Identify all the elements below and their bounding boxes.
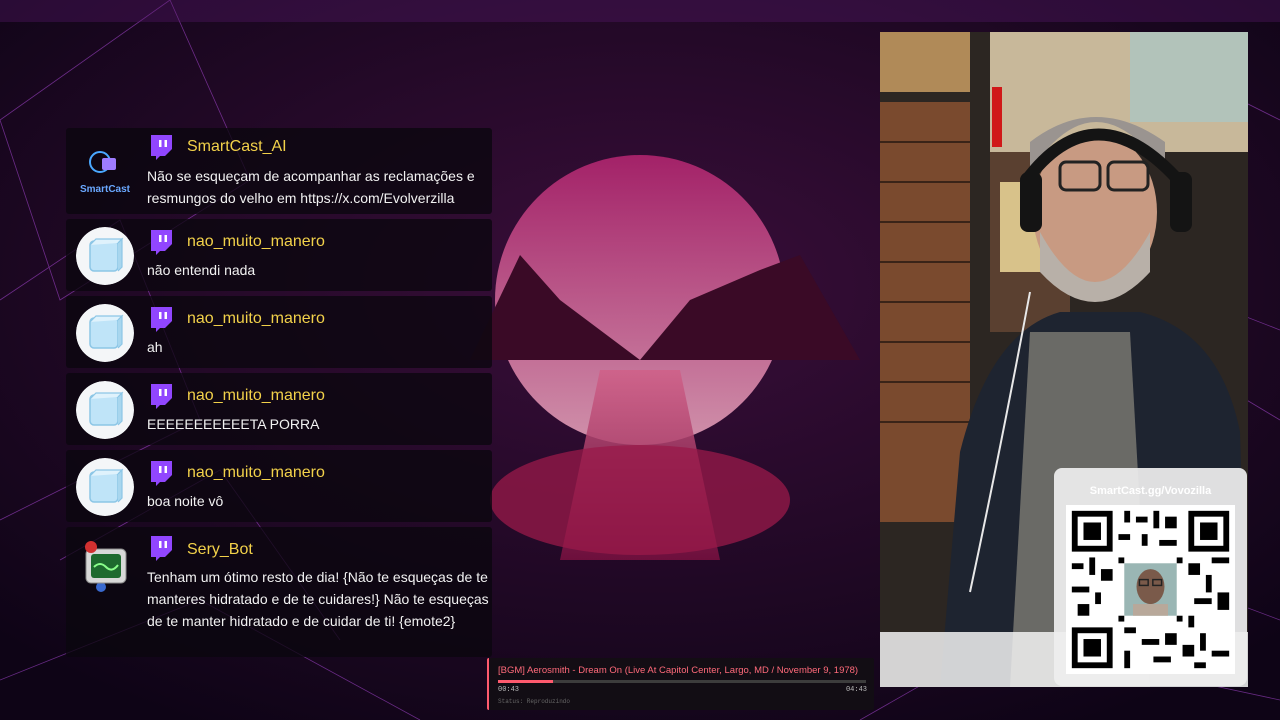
chat-text: boa noite vô: [147, 493, 224, 509]
twitch-icon: [151, 461, 172, 486]
chat-text: Tenham um ótimo resto de dia! {Não te es…: [147, 569, 489, 629]
user-avatar: [76, 227, 134, 285]
qr-url-label: SmartCast.gg/Vovozilla: [1089, 485, 1212, 497]
chat-message: nao_muito_manero EEEEEEEEEEETA PORRA: [66, 373, 492, 445]
progress-bar[interactable]: [498, 680, 866, 683]
chat-message: SmartCast SmartCast_AI Não se esqueçam d…: [66, 128, 492, 214]
chat-username: nao_muito_manero: [187, 387, 325, 404]
chat-username: nao_muito_manero: [187, 464, 325, 481]
chat-username: nao_muito_manero: [187, 310, 325, 327]
bot-avatar: [76, 535, 134, 593]
svg-text:SmartCast: SmartCast: [80, 184, 131, 195]
music-player: [BGM] Aerosmith - Dream On (Live At Capi…: [487, 658, 874, 710]
user-avatar: [76, 458, 134, 516]
user-avatar: [76, 304, 134, 362]
chat-message: nao_muito_manero não entendi nada: [66, 219, 492, 291]
twitch-icon: [151, 536, 172, 561]
chat-username: nao_muito_manero: [187, 233, 325, 250]
user-avatar: [76, 381, 134, 439]
chat-text: EEEEEEEEEEETA PORRA: [147, 416, 320, 432]
qr-card: SmartCast.gg/Vovozilla: [1054, 468, 1247, 686]
qr-code[interactable]: [1066, 505, 1235, 674]
current-time: 00:43: [498, 686, 520, 694]
twitch-icon: [151, 135, 172, 160]
twitch-icon: [151, 384, 172, 409]
chat-text: ah: [147, 339, 163, 355]
smartcast-logo-avatar: SmartCast: [76, 140, 134, 198]
duration: 04:43: [845, 686, 867, 694]
chat-message: Sery_Bot Tenham um ótimo resto de dia! {…: [66, 527, 492, 657]
progress-fill: [498, 680, 554, 683]
chat-text: não entendi nada: [147, 262, 256, 278]
twitch-icon: [151, 230, 172, 255]
chat-username: SmartCast_AI: [187, 138, 287, 155]
chat-username: Sery_Bot: [187, 541, 253, 558]
player-status: Status: Reproduzindo: [498, 698, 571, 705]
chat-message: nao_muito_manero ah: [66, 296, 492, 368]
twitch-icon: [151, 307, 172, 332]
chat-text: Não se esqueçam de acompanhar as reclama…: [147, 168, 475, 206]
track-title: [BGM] Aerosmith - Dream On (Live At Capi…: [498, 665, 859, 676]
chat-message: nao_muito_manero boa noite vô: [66, 450, 492, 522]
